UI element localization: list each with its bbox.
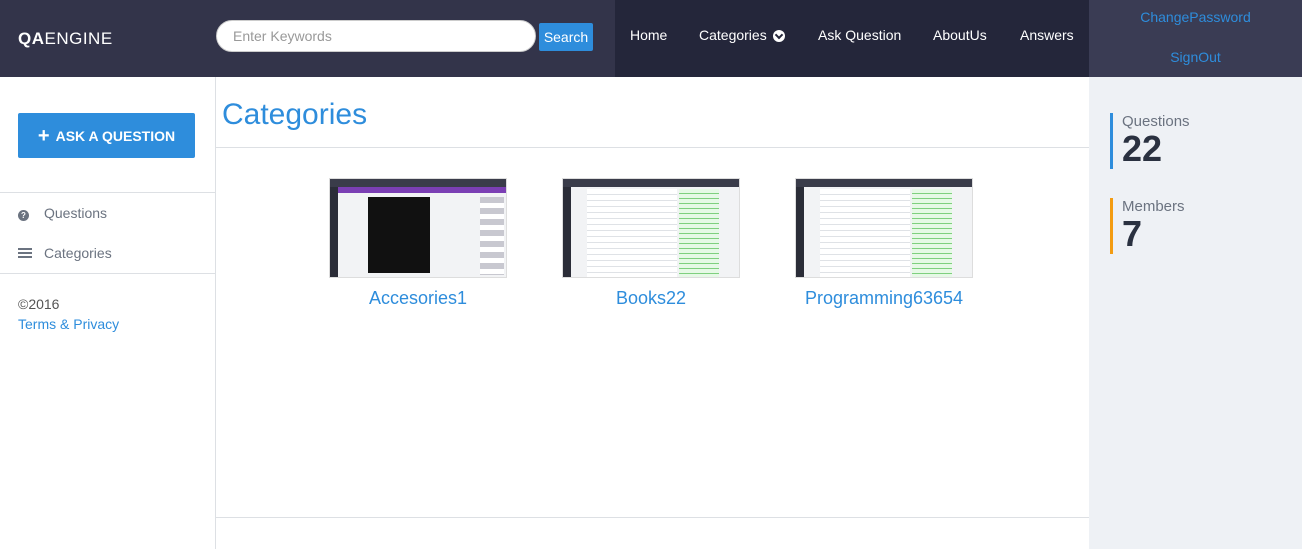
- category-link[interactable]: Accesories1: [329, 288, 507, 309]
- category-card[interactable]: Books22: [562, 178, 740, 309]
- nav-about-us[interactable]: AboutUs: [933, 27, 987, 43]
- category-card[interactable]: Programming63654: [795, 178, 973, 309]
- category-thumbnail[interactable]: [329, 178, 507, 278]
- list-icon: [18, 245, 32, 261]
- divider: [0, 192, 215, 193]
- stat-value: 22: [1122, 128, 1163, 169]
- question-circle-icon: ?: [18, 205, 32, 221]
- nav-ask-question[interactable]: Ask Question: [818, 27, 901, 43]
- change-password-link[interactable]: ChangePassword: [1089, 9, 1302, 25]
- plus-icon: +: [37, 125, 50, 147]
- sidebar: + ASK A QUESTION ? Questions Categories ©…: [0, 77, 216, 549]
- divider: [0, 273, 215, 274]
- main-content: Categories Accesories1 Books22 Programmi…: [216, 77, 1089, 549]
- nav-home[interactable]: Home: [630, 27, 667, 43]
- chevron-down-icon: [772, 30, 785, 42]
- sidebar-item-categories[interactable]: Categories: [18, 245, 112, 261]
- copyright: ©2016: [18, 296, 60, 312]
- page-title: Categories: [222, 98, 368, 131]
- search-button[interactable]: Search: [539, 23, 593, 51]
- ask-question-button[interactable]: + ASK A QUESTION: [18, 113, 195, 158]
- logo[interactable]: QAENGINE: [18, 29, 113, 49]
- nav-answers[interactable]: Answers: [1020, 27, 1074, 43]
- main-nav: Home Categories Ask Question AboutUs Ans…: [615, 0, 1089, 77]
- divider: [216, 517, 1089, 518]
- category-card[interactable]: Accesories1: [329, 178, 507, 309]
- category-link[interactable]: Programming63654: [795, 288, 973, 309]
- stats-panel: Questions 22 Members 7: [1089, 77, 1302, 549]
- category-thumbnail[interactable]: [562, 178, 740, 278]
- stat-members: Members 7: [1110, 198, 1185, 254]
- category-link[interactable]: Books22: [562, 288, 740, 309]
- stat-value: 7: [1122, 213, 1143, 254]
- terms-privacy-link[interactable]: Terms & Privacy: [18, 316, 119, 332]
- search-input[interactable]: [216, 20, 536, 52]
- sign-out-link[interactable]: SignOut: [1089, 49, 1302, 65]
- sidebar-item-questions[interactable]: ? Questions: [18, 205, 107, 221]
- account-menu: ChangePassword SignOut: [1089, 0, 1302, 77]
- nav-categories[interactable]: Categories: [699, 27, 785, 43]
- category-thumbnail[interactable]: [795, 178, 973, 278]
- stat-questions: Questions 22: [1110, 113, 1190, 169]
- divider: [216, 147, 1089, 148]
